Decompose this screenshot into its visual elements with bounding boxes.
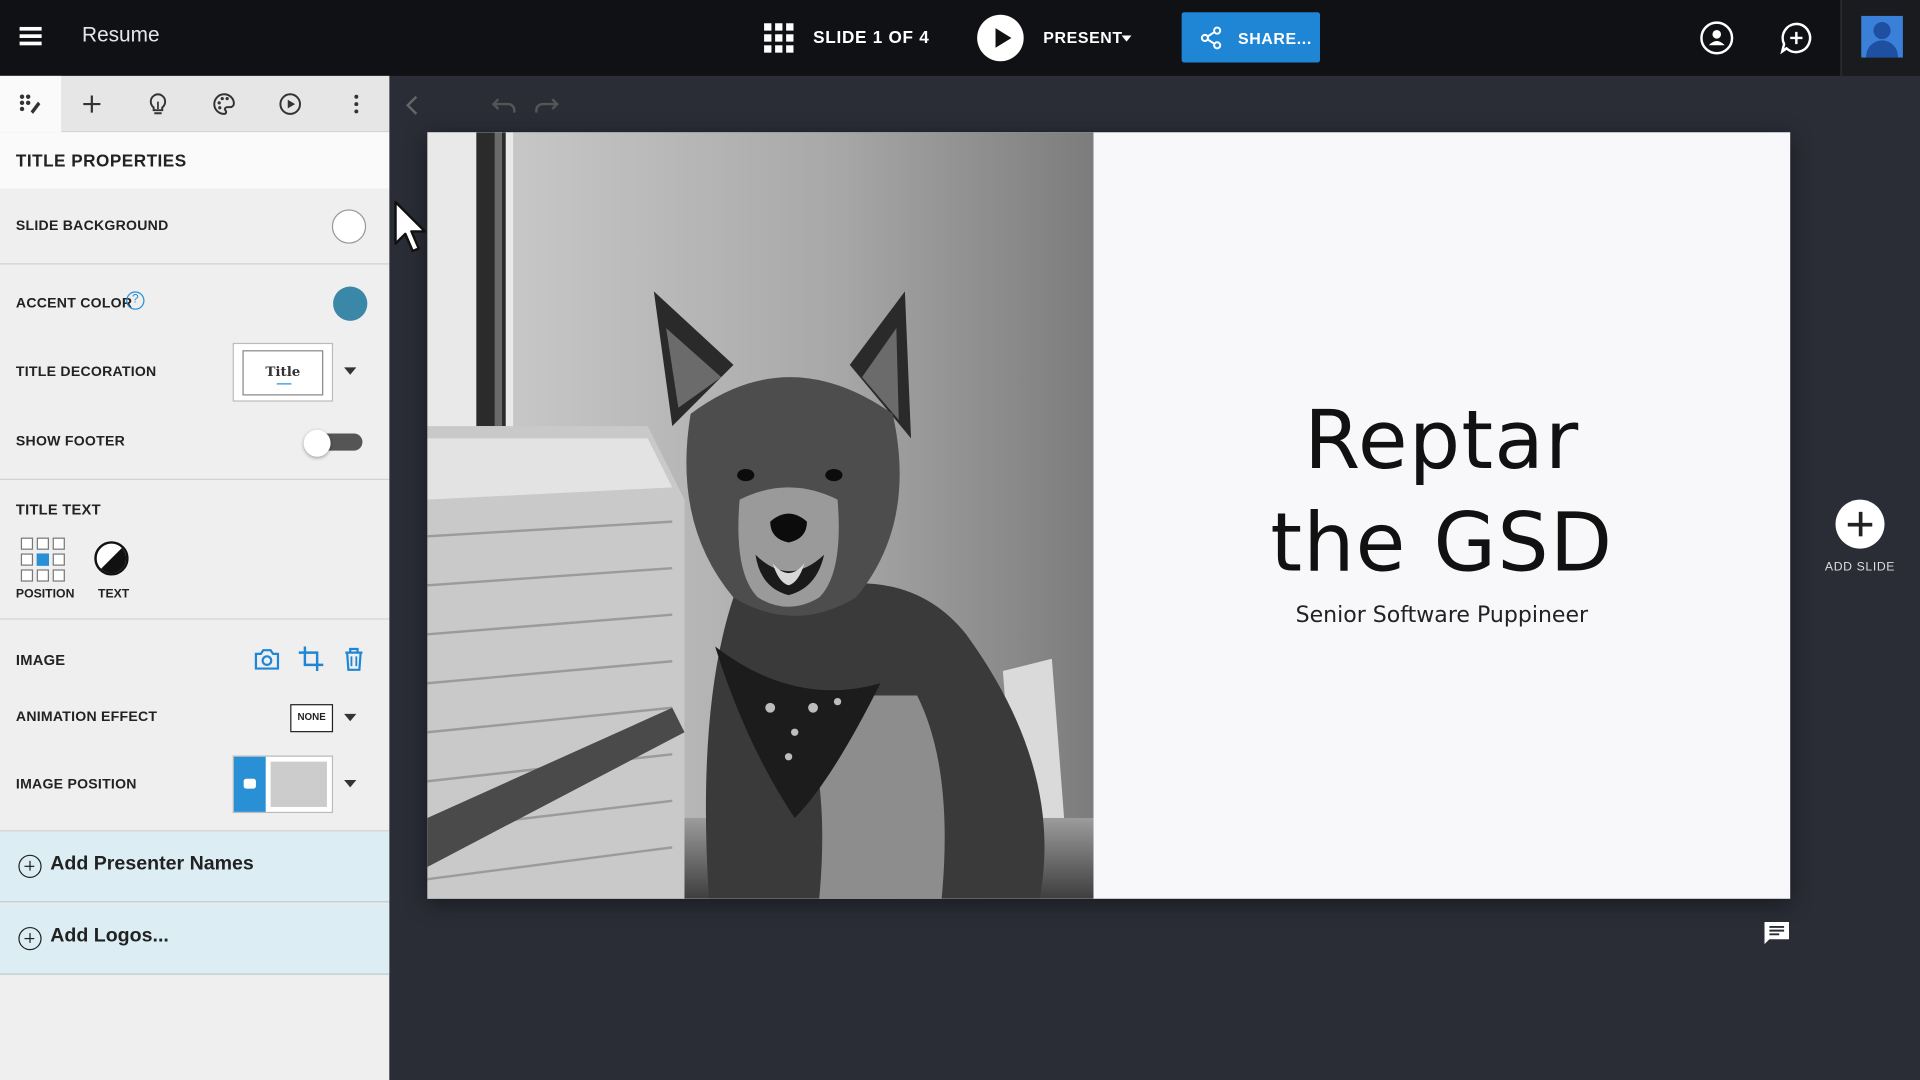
add-slide-label: ADD SLIDE — [1824, 560, 1896, 575]
title-decoration-label: TITLE DECORATION — [15, 364, 157, 380]
tab-more[interactable] — [326, 76, 387, 132]
panel-tabs — [0, 75, 390, 133]
lightbulb-icon — [149, 93, 167, 115]
image-position-label: IMAGE POSITION — [15, 777, 137, 793]
present-button[interactable]: PRESENT — [1043, 28, 1122, 46]
collapse-panel-chevron-left-icon[interactable] — [404, 93, 419, 117]
title-decoration-select[interactable]: Title — [232, 342, 334, 402]
add-comment-icon[interactable] — [1779, 21, 1813, 55]
undo-icon[interactable] — [491, 94, 518, 116]
avatar-image — [1861, 15, 1903, 58]
slide-counter[interactable]: SLIDE 1 OF 4 — [813, 27, 929, 47]
slide-grid-icon[interactable] — [764, 23, 794, 53]
slide-canvas: Reptar the GSD Senior Software Puppineer… — [389, 75, 1920, 1080]
position-grid-icon[interactable] — [20, 537, 65, 582]
tab-add[interactable] — [61, 76, 122, 132]
palette-icon — [213, 93, 235, 115]
add-slide-button[interactable] — [1835, 499, 1885, 549]
redo-icon[interactable] — [533, 94, 560, 116]
trash-icon[interactable] — [340, 645, 367, 672]
avatar[interactable] — [1840, 0, 1920, 76]
slide-photo[interactable] — [427, 132, 1094, 899]
add-presenter-names-label: Add Presenter Names — [50, 853, 254, 875]
replace-image-icon[interactable] — [253, 645, 280, 672]
dog-photo-image — [427, 132, 1094, 899]
show-footer-label: SHOW FOOTER — [15, 434, 126, 450]
animation-chevron-down-icon[interactable] — [344, 713, 357, 722]
tab-animation[interactable] — [260, 76, 321, 132]
add-logos-label: Add Logos... — [50, 925, 169, 947]
hamburger-menu-icon[interactable] — [17, 23, 46, 52]
top-bar: Resume SLIDE 1 OF 4 PRESENT SHARE... — [0, 0, 1920, 76]
more-icon — [354, 94, 359, 114]
add-presenter-names-button[interactable]: Add Presenter Names — [0, 831, 390, 903]
tab-design[interactable] — [0, 75, 62, 133]
add-circle-icon — [18, 854, 42, 878]
animation-effect-label: ANIMATION EFFECT — [15, 710, 158, 725]
position-label: POSITION — [15, 587, 75, 602]
slide-title-line: the GSD — [1270, 495, 1614, 591]
title-decoration-chevron-down-icon[interactable] — [344, 367, 357, 375]
animation-effect-select[interactable]: NONE — [290, 704, 334, 733]
camera-icon — [243, 778, 256, 789]
speaker-notes-icon[interactable] — [1763, 921, 1790, 945]
image-position-chevron-down-icon[interactable] — [344, 780, 357, 788]
document-title[interactable]: Resume — [82, 23, 160, 47]
add-circle-icon — [18, 926, 42, 951]
slide-title[interactable]: Reptar the GSD — [1093, 389, 1790, 595]
title-decoration-preview-text: Title — [265, 363, 301, 380]
share-label: SHARE... — [1237, 29, 1312, 48]
play-icon[interactable] — [977, 14, 1024, 62]
crop-icon[interactable] — [298, 645, 325, 672]
design-icon — [19, 94, 41, 114]
share-button[interactable]: SHARE... — [1181, 12, 1321, 63]
tab-ideas[interactable] — [127, 76, 188, 132]
show-footer-toggle[interactable] — [303, 429, 363, 457]
accent-color-swatch[interactable] — [333, 286, 368, 321]
share-icon — [1200, 26, 1222, 50]
slide-background-label: SLIDE BACKGROUND — [15, 219, 169, 234]
panel-header: TITLE PROPERTIES — [0, 132, 390, 189]
accent-color-label: ACCENT COLOR — [15, 296, 133, 312]
slide-subtitle[interactable]: Senior Software Puppineer — [1093, 602, 1790, 628]
panel-title: TITLE PROPERTIES — [15, 150, 187, 171]
account-icon[interactable] — [1700, 21, 1734, 55]
slide[interactable]: Reptar the GSD Senior Software Puppineer — [427, 132, 1791, 899]
image-label: IMAGE — [15, 651, 66, 669]
mouse-cursor-icon — [394, 200, 427, 253]
tab-theme[interactable] — [193, 76, 254, 132]
title-decoration-preview: Title — [242, 350, 324, 396]
slide-title-line: Reptar — [1304, 393, 1580, 488]
title-text-label: TITLE TEXT — [15, 500, 101, 518]
play-circle-icon — [279, 93, 301, 115]
text-contrast-icon[interactable] — [94, 541, 129, 576]
image-position-select[interactable] — [232, 755, 334, 814]
text-label: TEXT — [97, 587, 130, 602]
help-icon[interactable]: ? — [126, 291, 145, 310]
chevron-down-icon[interactable] — [1121, 35, 1132, 42]
slide-background-swatch[interactable] — [331, 209, 367, 244]
add-logos-button[interactable]: Add Logos... — [0, 903, 390, 975]
add-icon — [83, 95, 101, 113]
